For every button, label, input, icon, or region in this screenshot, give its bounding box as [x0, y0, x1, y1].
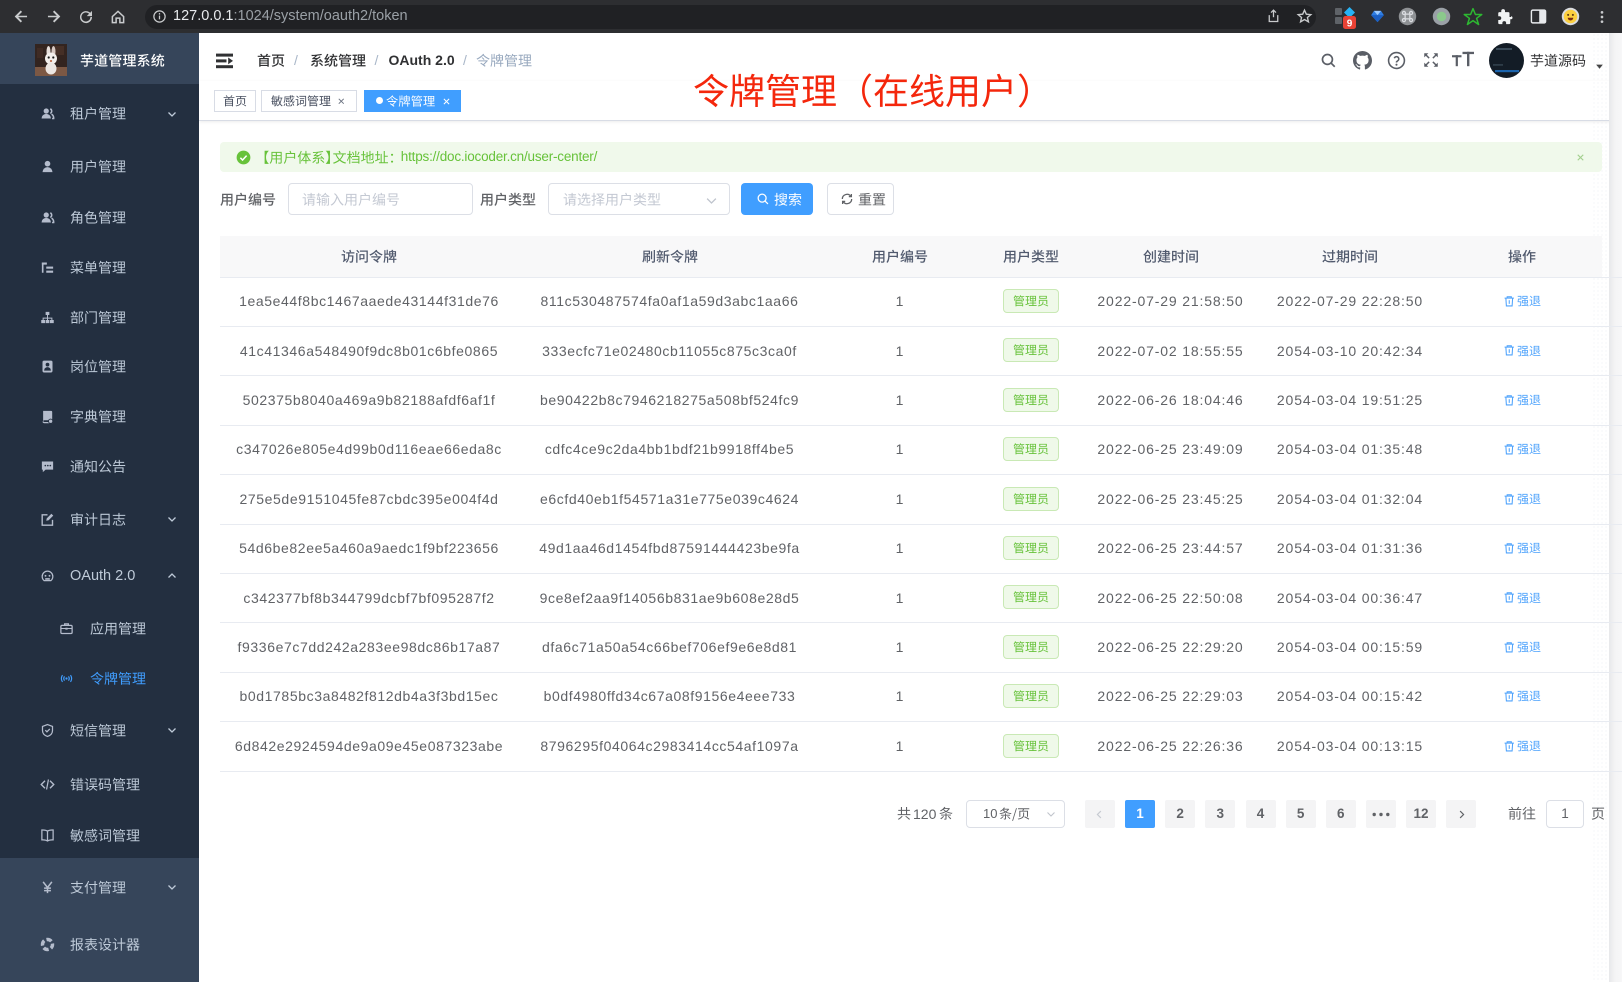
svg-text:9: 9 [1347, 19, 1353, 30]
